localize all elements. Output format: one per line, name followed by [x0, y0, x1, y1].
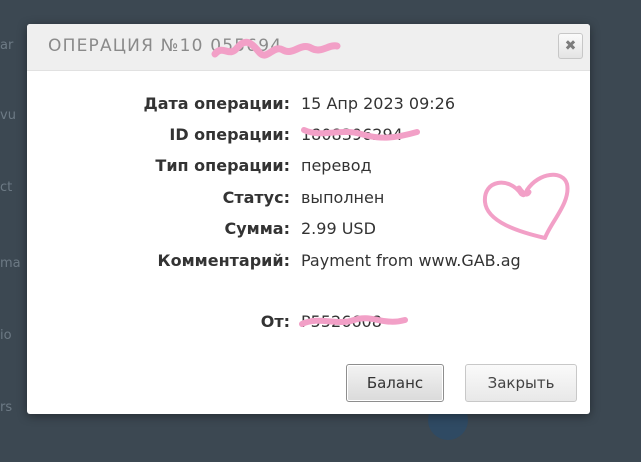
- field-value: Payment from www.GAB.ag: [301, 251, 521, 270]
- field-label: Комментарий:: [157, 251, 290, 270]
- close-icon: ✖: [564, 38, 577, 54]
- operation-dialog: ОПЕРАЦИЯ №10 055694 ✖ Дата операции: 15 …: [27, 24, 590, 414]
- field-row-comment: Комментарий: Payment from www.GAB.ag: [27, 251, 590, 273]
- close-x-button[interactable]: ✖: [558, 33, 583, 59]
- field-label: Статус:: [222, 188, 290, 207]
- background-text: ct: [0, 180, 13, 195]
- close-button[interactable]: Закрыть: [465, 364, 577, 402]
- field-row-id: ID операции: 1808396294: [27, 125, 590, 147]
- redaction-scribble: [211, 38, 341, 59]
- dialog-header: ОПЕРАЦИЯ №10 055694 ✖: [27, 24, 590, 71]
- field-label: Тип операции:: [155, 156, 290, 175]
- background-text: ma: [0, 256, 21, 271]
- field-row-date: Дата операции: 15 Апр 2023 09:26: [27, 94, 590, 116]
- field-value: перевод: [301, 156, 372, 175]
- field-value: 15 Апр 2023 09:26: [301, 94, 456, 113]
- background-text: ar: [0, 38, 14, 53]
- field-value: 1808396294: [301, 125, 403, 144]
- field-value: 2.99 USD: [301, 219, 376, 238]
- background-text: vu: [0, 108, 16, 123]
- background-text: rs: [0, 400, 13, 415]
- balance-button[interactable]: Баланс: [346, 364, 444, 402]
- field-value: выполнен: [301, 188, 385, 207]
- field-label: Сумма:: [224, 219, 290, 238]
- field-row-from: От: P5526608: [27, 312, 590, 334]
- field-label: От:: [260, 312, 290, 331]
- field-label: Дата операции:: [143, 94, 290, 113]
- field-label: ID операции:: [169, 125, 290, 144]
- background-text: io: [0, 328, 12, 343]
- field-value: P5526608: [301, 312, 382, 331]
- heart-doodle-icon: [482, 173, 570, 240]
